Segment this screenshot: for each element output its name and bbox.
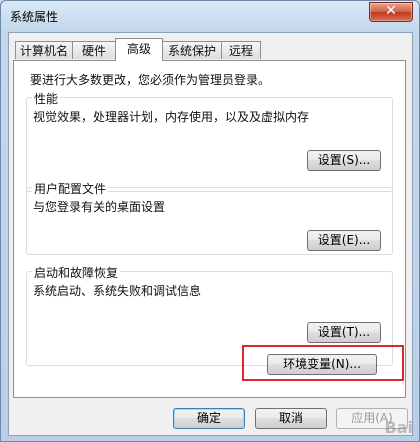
tab-remote[interactable]: 远程: [221, 41, 261, 59]
system-properties-window: 系统属性 ✕ 计算机名 硬件 高级 系统保护 远程 要进行大多数更改，您必须作为…: [0, 0, 420, 442]
startup-recovery-title: 启动和故障恢复: [32, 264, 121, 281]
performance-description: 视觉效果，处理器计划，内存使用，以及及虚拟内存: [33, 110, 310, 124]
watermark-text: Bai: [384, 418, 413, 437]
tab-system-protection[interactable]: 系统保护: [162, 41, 222, 59]
performance-group: 性能 视觉效果，处理器计划，内存使用，以及及虚拟内存 设置(S)...: [26, 90, 393, 192]
cancel-button[interactable]: 取消: [255, 408, 327, 429]
window-title: 系统属性: [10, 10, 59, 24]
tab-advanced[interactable]: 高级: [115, 38, 163, 61]
user-profiles-title: 用户配置文件: [32, 180, 109, 197]
close-button[interactable]: ✕: [369, 2, 413, 22]
admin-note: 要进行大多数更改，您必须作为管理员登录。: [30, 73, 271, 87]
performance-title: 性能: [32, 90, 61, 107]
user-profiles-description: 与您登录有关的桌面设置: [33, 200, 166, 214]
highlight-annotation-box: [242, 345, 404, 381]
ok-button[interactable]: 确定: [173, 408, 245, 429]
startup-recovery-description: 系统启动、系统失败和调试信息: [33, 284, 202, 298]
tab-computer-name[interactable]: 计算机名: [15, 41, 73, 59]
close-icon: ✕: [385, 3, 397, 19]
tab-hardware[interactable]: 硬件: [72, 41, 116, 59]
user-profiles-settings-button[interactable]: 设置(E)...: [307, 230, 381, 251]
performance-settings-button[interactable]: 设置(S)...: [307, 150, 381, 171]
title-bar[interactable]: 系统属性 ✕: [1, 1, 419, 31]
startup-recovery-settings-button[interactable]: 设置(T)...: [307, 322, 381, 343]
user-profiles-group: 用户配置文件 与您登录有关的桌面设置 设置(E)...: [26, 180, 393, 255]
